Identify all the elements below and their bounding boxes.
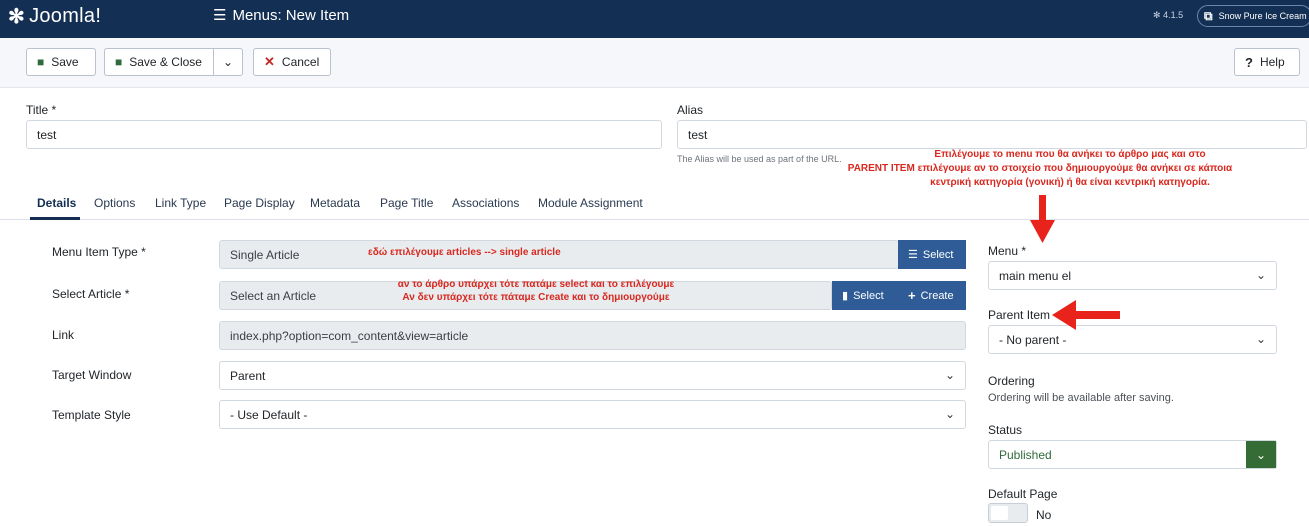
parent-item-label: Parent Item xyxy=(988,308,1051,322)
chevron-down-icon: ⌄ xyxy=(1255,332,1266,346)
template-style-label: Template Style xyxy=(52,408,131,422)
link-label: Link xyxy=(52,328,75,342)
menu-item-type-value: Single Article xyxy=(230,247,300,262)
create-article-button[interactable]: + Create xyxy=(898,281,966,310)
default-page-value: No xyxy=(1036,508,1052,522)
parent-item-value: - No parent - xyxy=(999,332,1067,347)
annotation-type-note: εδώ επιλέγουμε articles --> single artic… xyxy=(368,247,561,258)
save-label: Save xyxy=(51,55,79,69)
status-select[interactable]: Published ⌄ xyxy=(988,440,1277,469)
cancel-label: Cancel xyxy=(281,55,320,69)
list-icon: ☰ xyxy=(908,249,918,261)
tab-link-type[interactable]: Link Type xyxy=(155,196,206,210)
select-article-select-label: Select xyxy=(853,289,884,302)
select-article-button[interactable]: ▮ Select xyxy=(832,281,898,310)
save-icon: ■ xyxy=(115,55,123,69)
ordering-label: Ordering xyxy=(988,374,1035,388)
annotation-line: Επιλέγουμε το menu που θα ανήκει το άρθρ… xyxy=(934,149,1206,160)
tab-associations[interactable]: Associations xyxy=(452,196,519,210)
select-article-label: Select Article * xyxy=(52,287,130,301)
annotation-article-note: αν το άρθρο υπάρχει τότε πατάμε select κ… xyxy=(326,279,746,303)
page-title: ☰ Menus: New Item xyxy=(213,6,350,25)
joomla-small-icon: ✻ xyxy=(1153,10,1161,20)
chevron-down-icon: ⌄ xyxy=(944,368,955,382)
save-icon: ■ xyxy=(37,55,45,69)
annotation-line: PARENT ITEM επιλέγουμε αν το στοιχείο πο… xyxy=(847,163,1233,174)
menu-item-type-select-button[interactable]: ☰ Select xyxy=(898,240,966,269)
ordering-help-text: Ordering will be available after saving. xyxy=(988,392,1174,404)
page-title-text: Menus: New Item xyxy=(232,6,350,24)
help-button[interactable]: ? Help xyxy=(1234,48,1300,76)
target-window-select[interactable]: Parent ⌄ xyxy=(219,361,966,390)
menu-select[interactable]: main menu el ⌄ xyxy=(988,261,1277,290)
chevron-down-icon: ⌄ xyxy=(1255,268,1266,282)
annotation-line: Αν δεν υπάρχει τότε πάταμε Create και το… xyxy=(402,292,670,303)
template-style-select[interactable]: - Use Default - ⌄ xyxy=(219,400,966,429)
toggle-knob xyxy=(991,506,1008,520)
save-button[interactable]: ■ Save xyxy=(26,48,96,76)
active-tab-indicator xyxy=(30,217,80,220)
chevron-down-icon: ⌄ xyxy=(944,407,955,421)
tab-options[interactable]: Options xyxy=(94,196,135,210)
status-value: Published xyxy=(999,447,1052,462)
alias-value: test xyxy=(688,127,708,142)
title-input[interactable]: test xyxy=(26,120,662,149)
tab-metadata[interactable]: Metadata xyxy=(310,196,360,210)
file-icon: ▮ xyxy=(842,290,849,302)
default-page-label: Default Page xyxy=(988,487,1058,501)
toolbar: ■ Save ■ Save & Close ⌄ ✕ Cancel ? Help xyxy=(0,38,1309,88)
select-label: Select xyxy=(922,248,954,261)
menu-value: main menu el xyxy=(999,268,1072,283)
list-icon: ☰ xyxy=(213,7,227,24)
chevron-down-icon: ⌄ xyxy=(223,55,234,69)
save-close-label: Save & Close xyxy=(129,55,202,69)
top-header: ✻ Joomla! ☰ Menus: New Item ✻ 4.1.5 ⧉ Sn… xyxy=(0,0,1309,38)
tab-module-assignment[interactable]: Module Assignment xyxy=(538,196,643,210)
create-label: Create xyxy=(920,289,954,302)
default-page-toggle[interactable] xyxy=(988,503,1028,523)
help-label: Help xyxy=(1259,55,1285,69)
joomla-logo[interactable]: ✻ Joomla! xyxy=(8,4,101,29)
close-icon: ✕ xyxy=(264,54,275,69)
tab-details[interactable]: Details xyxy=(37,196,76,210)
save-close-button[interactable]: ■ Save & Close xyxy=(104,48,214,76)
title-label: Title * xyxy=(26,103,57,117)
target-window-label: Target Window xyxy=(52,368,132,382)
alias-label: Alias xyxy=(677,103,704,117)
menu-label: Menu * xyxy=(988,244,1027,258)
tab-page-display[interactable]: Page Display xyxy=(224,196,295,210)
help-icon: ? xyxy=(1245,54,1253,70)
annotation-menu-instructions: Επιλέγουμε το menu που θα ανήκει το άρθρ… xyxy=(848,149,1260,188)
link-value: index.php?option=com_content&view=articl… xyxy=(230,328,469,343)
version-text: 4.1.5 xyxy=(1163,10,1184,20)
site-link-button[interactable]: ⧉ Snow Pure Ice Cream xyxy=(1197,5,1309,27)
alias-help-text: The Alias will be used as part of the UR… xyxy=(677,154,842,164)
chevron-down-icon: ⌄ xyxy=(1246,441,1276,468)
select-article-value: Select an Article xyxy=(230,288,317,303)
parent-item-select[interactable]: - No parent - ⌄ xyxy=(988,325,1277,354)
version-badge: ✻ 4.1.5 xyxy=(1153,10,1183,21)
tab-bar: Details Options Link Type Page Display M… xyxy=(0,186,1309,220)
target-window-value: Parent xyxy=(230,368,266,383)
joomla-logo-text: Joomla! xyxy=(29,5,102,27)
site-name: Snow Pure Ice Cream xyxy=(1218,11,1307,21)
cancel-button[interactable]: ✕ Cancel xyxy=(253,48,331,76)
plus-icon: + xyxy=(908,288,916,303)
annotation-line: αν το άρθρο υπάρχει τότε πατάμε select κ… xyxy=(397,279,675,290)
external-link-icon: ⧉ xyxy=(1204,8,1213,23)
joomla-logo-icon: ✻ xyxy=(8,6,26,28)
tab-page-title[interactable]: Page Title xyxy=(380,196,433,210)
menu-item-type-label: Menu Item Type * xyxy=(52,245,146,259)
title-value: test xyxy=(37,127,57,142)
alias-input[interactable]: test xyxy=(677,120,1307,149)
status-label: Status xyxy=(988,423,1023,437)
link-field: index.php?option=com_content&view=articl… xyxy=(219,321,966,350)
template-style-value: - Use Default - xyxy=(230,407,308,422)
save-options-dropdown[interactable]: ⌄ xyxy=(213,48,243,76)
